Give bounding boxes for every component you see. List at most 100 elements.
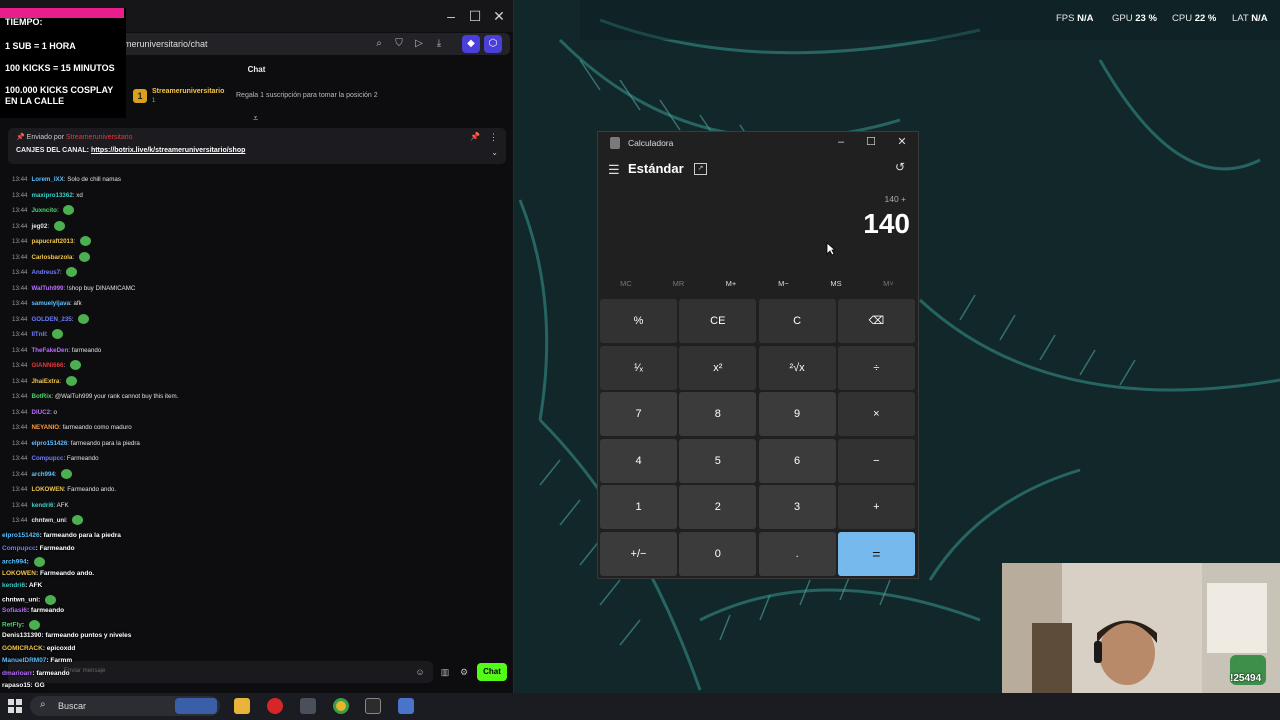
message-username[interactable]: arch994: [31, 471, 54, 478]
chat-log: 13:44 Lorem_IXX: Solo de chill namas 13:44…: [12, 174, 502, 531]
windows-start-icon[interactable]: [8, 699, 22, 713]
cpu-stat: CPU 22 %: [1172, 13, 1217, 24]
send-icon[interactable]: ▷: [412, 37, 426, 51]
calc-key[interactable]: 3: [758, 485, 836, 529]
gift-icon[interactable]: ▥: [438, 665, 452, 679]
gifter-name[interactable]: Streameruniversitario: [152, 88, 224, 95]
calc-key[interactable]: 4: [600, 438, 677, 483]
calc-key[interactable]: x²: [679, 345, 757, 390]
message-username[interactable]: kendri6: [31, 502, 53, 509]
gift-prompt[interactable]: Regala 1 suscripción para tomar la posic…: [236, 92, 378, 99]
shop-link[interactable]: https://botrix.live/k/streameruniversita…: [91, 147, 245, 154]
calc-key[interactable]: ×: [837, 392, 915, 436]
memory-button[interactable]: MS: [810, 279, 862, 293]
memory-button[interactable]: M−: [758, 279, 810, 293]
address-bar[interactable]: meruniversitario/chat ⌕ ⛉ ▷ ⤓ ◆ ⬡: [118, 33, 510, 55]
message-username[interactable]: BotRix: [31, 393, 51, 400]
obs-icon[interactable]: [365, 698, 381, 714]
memory-button[interactable]: M+: [705, 279, 757, 293]
calc-key[interactable]: 9: [758, 392, 836, 436]
message-username[interactable]: TheFakeDen: [31, 347, 68, 354]
extension-icon[interactable]: ◆: [462, 35, 480, 53]
message-username[interactable]: Juxncito: [31, 207, 56, 214]
calc-key[interactable]: +/−: [600, 531, 677, 576]
chat-send-button[interactable]: Chat: [477, 663, 507, 681]
calc-key[interactable]: C: [758, 299, 836, 343]
chevron-down-icon[interactable]: ⌄: [491, 148, 498, 157]
message-username[interactable]: maxipro13362: [31, 192, 72, 199]
calculator-mode: Estándar: [628, 161, 684, 176]
message-username[interactable]: Carlosbarzola: [31, 254, 72, 261]
memory-button[interactable]: MC: [600, 279, 652, 293]
chrome-icon[interactable]: [333, 698, 349, 714]
message-username[interactable]: jeg02: [31, 223, 47, 230]
equals-button[interactable]: =: [837, 531, 915, 576]
minimize-icon[interactable]: –: [831, 134, 851, 150]
message-username[interactable]: chntwn_uni: [31, 517, 65, 524]
calc-key[interactable]: 8: [679, 392, 757, 436]
overlay-chat-message: ManuelDRM07: Farmm: [2, 657, 252, 670]
memory-button[interactable]: MR: [653, 279, 705, 293]
pinned-header: 📌 Enviado por Streameruniversitario: [16, 134, 133, 141]
more-icon[interactable]: ⋮: [489, 132, 498, 143]
calc-key[interactable]: 5: [679, 438, 757, 483]
history-icon[interactable]: ↺: [895, 160, 905, 174]
maximize-icon[interactable]: ☐: [465, 6, 485, 26]
minimize-icon[interactable]: –: [441, 6, 461, 26]
calc-key[interactable]: 0: [679, 531, 757, 576]
message-username[interactable]: GOLDEN_235: [31, 316, 71, 323]
message-username[interactable]: elpro151426: [31, 440, 67, 447]
calculator-title: Calculadora: [628, 138, 674, 148]
close-icon[interactable]: ✕: [489, 6, 509, 26]
maximize-icon[interactable]: ☐: [861, 134, 881, 150]
calc-key[interactable]: ²√x: [758, 345, 836, 390]
message-username[interactable]: samuelyljava: [31, 300, 70, 307]
calc-key[interactable]: 2: [679, 485, 757, 529]
zoom-icon[interactable]: ⌕: [372, 37, 386, 51]
opera-icon[interactable]: [267, 698, 283, 714]
message-username[interactable]: GIANNI666: [31, 362, 63, 369]
calc-key[interactable]: ¹⁄ₓ: [600, 345, 677, 390]
separator: :: [26, 558, 31, 566]
taskbar-search[interactable]: ⌕ Buscar: [30, 696, 220, 716]
emoji-icon[interactable]: ☺: [413, 665, 427, 679]
calc-key[interactable]: 6: [758, 438, 836, 483]
menu-icon[interactable]: ☰: [608, 162, 620, 178]
calc-key[interactable]: CE: [679, 299, 757, 343]
pin-icon[interactable]: 📌: [470, 132, 480, 141]
message-username[interactable]: IITnII: [31, 331, 45, 338]
message-username[interactable]: Andreus7: [31, 269, 60, 276]
calculator-taskbar-icon[interactable]: [398, 698, 414, 714]
extension-puzzle-icon[interactable]: ⬡: [484, 35, 502, 53]
calc-key[interactable]: +: [837, 485, 915, 529]
keep-on-top-icon[interactable]: ↗: [694, 163, 707, 175]
message-text: farmeando para la piedra: [70, 439, 140, 447]
emote-icon: [65, 375, 77, 386]
calc-key[interactable]: 7: [600, 392, 677, 436]
overlay-username: elpro151426: [2, 532, 40, 539]
message-username[interactable]: Compupcc: [31, 455, 63, 462]
calc-key[interactable]: %: [600, 299, 677, 343]
calc-key[interactable]: ⌫: [837, 299, 915, 343]
download-icon[interactable]: ⤓: [432, 37, 446, 51]
calc-key[interactable]: 1: [600, 485, 677, 529]
settings-icon[interactable]: ⚙: [457, 665, 471, 679]
shield-icon[interactable]: ⛉: [392, 37, 406, 51]
collapse-arrow-icon[interactable]: ⩡: [253, 113, 258, 124]
message-username[interactable]: JhaiExtra: [31, 378, 59, 385]
message-username[interactable]: WalTuh999: [31, 285, 63, 292]
message-username[interactable]: papucraft2013: [31, 238, 73, 245]
message-username[interactable]: DIUC2: [31, 409, 50, 416]
message-text: farmeando: [71, 346, 102, 354]
message-username[interactable]: NEYANIO: [31, 424, 59, 431]
memory-button[interactable]: M˅: [863, 279, 915, 293]
calc-key[interactable]: ÷: [837, 345, 915, 390]
app-icon[interactable]: [300, 698, 316, 714]
message-username[interactable]: LOKOWEN: [31, 486, 63, 493]
calc-key[interactable]: −: [837, 438, 915, 483]
message-username[interactable]: Lorem_IXX: [31, 176, 63, 183]
file-explorer-icon[interactable]: [234, 698, 250, 714]
close-icon[interactable]: ✕: [892, 134, 912, 150]
calc-key[interactable]: .: [758, 531, 836, 576]
separator: :: [56, 207, 61, 214]
